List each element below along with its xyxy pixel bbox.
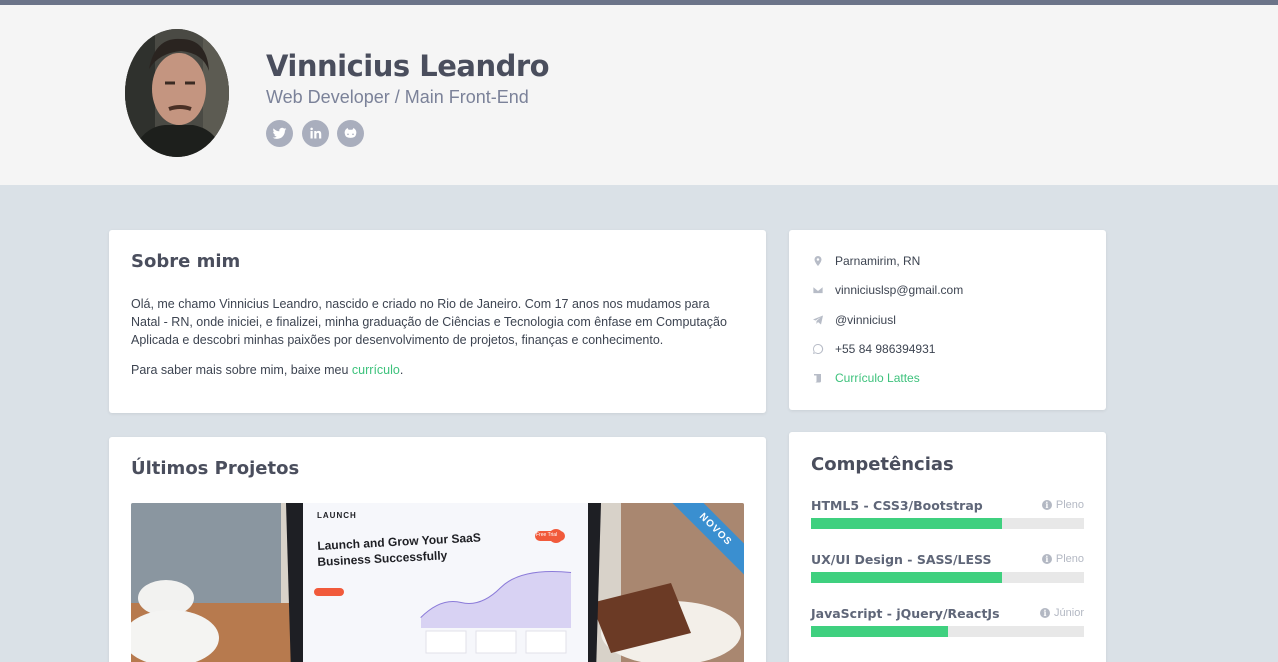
cv-prefix: Para saber mais sobre mim, baixe meu	[131, 363, 352, 377]
skill-level-text: Pleno	[1055, 499, 1084, 511]
skill-item: JavaScript - jQuery/ReactJs i Júnior	[811, 606, 1084, 637]
skill-level: i Pleno	[1041, 553, 1084, 565]
profile-name: Vinnicius Leandro	[266, 49, 550, 83]
preview-cta: Free Trial	[536, 532, 558, 538]
info-icon: i	[1041, 500, 1052, 510]
skills-title: Competências	[811, 454, 954, 475]
whatsapp-icon	[811, 342, 825, 356]
github-icon	[344, 127, 357, 138]
laptop-illustration	[131, 503, 744, 662]
project-preview-image[interactable]: LAUNCH Launch and Grow Your SaaS Busines…	[131, 503, 744, 662]
skills-card: Competências HTML5 - CSS3/Bootstrap i Ple…	[789, 432, 1106, 662]
location-text: Parnamirim, RN	[835, 254, 921, 268]
contact-lattes: Currículo Lattes	[811, 371, 920, 385]
contact-location: Parnamirim, RN	[811, 254, 920, 268]
linkedin-icon	[310, 127, 322, 139]
twitter-link[interactable]	[266, 120, 293, 147]
avatar	[125, 29, 229, 157]
skill-item: UX/UI Design - SASS/LESS i Pleno	[811, 552, 1084, 583]
info-icon: i	[1040, 608, 1051, 618]
skill-bar	[811, 518, 1084, 529]
preview-brand: LAUNCH	[317, 511, 357, 520]
skill-bar-fill	[811, 518, 1003, 529]
skill-level: i Júnior	[1040, 607, 1084, 619]
skill-bar-fill	[811, 626, 948, 637]
about-card: Sobre mim Olá, me chamo Vinnicius Leandr…	[109, 230, 766, 413]
cv-suffix: .	[399, 363, 404, 377]
scroll-icon	[811, 371, 825, 385]
envelope-icon	[811, 283, 825, 297]
about-paragraph: Olá, me chamo Vinnicius Leandro, nascido…	[131, 297, 727, 347]
info-icon: i	[1041, 554, 1052, 564]
telegram-text[interactable]: @vinniciusl	[835, 313, 896, 327]
map-pin-icon	[811, 254, 825, 268]
contact-card: Parnamirim, RN vinniciuslsp@gmail.com @v…	[789, 230, 1106, 410]
profile-role: Web Developer / Main Front-End	[266, 87, 529, 107]
projects-card: Últimos Projetos LAUNCH Launch and Grow …	[109, 437, 766, 662]
telegram-icon	[811, 313, 825, 327]
email-text[interactable]: vinniciuslsp@gmail.com	[835, 283, 963, 297]
projects-title: Últimos Projetos	[131, 458, 300, 479]
skill-bar	[811, 572, 1084, 583]
skill-bar	[811, 626, 1084, 637]
contact-whatsapp: +55 84 986394931	[811, 342, 935, 356]
about-title: Sobre mim	[131, 251, 241, 272]
about-cv-text: Para saber mais sobre mim, baixe meu cur…	[131, 361, 731, 379]
skill-item: HTML5 - CSS3/Bootstrap i Pleno	[811, 498, 1084, 529]
skill-bar-fill	[811, 572, 1003, 583]
linkedin-link[interactable]	[302, 120, 329, 147]
cv-link[interactable]: currículo	[352, 363, 400, 377]
contact-telegram: @vinniciusl	[811, 313, 896, 327]
lattes-link[interactable]: Currículo Lattes	[835, 371, 920, 385]
skill-level: i Pleno	[1041, 499, 1084, 511]
skill-level-text: Pleno	[1055, 553, 1084, 565]
skill-level-text: Júnior	[1054, 607, 1084, 619]
whatsapp-text[interactable]: +55 84 986394931	[835, 342, 935, 356]
twitter-icon	[272, 127, 287, 139]
contact-email: vinniciuslsp@gmail.com	[811, 283, 963, 297]
profile-header: Vinnicius Leandro Web Developer / Main F…	[0, 5, 1278, 185]
github-link[interactable]	[337, 120, 364, 147]
